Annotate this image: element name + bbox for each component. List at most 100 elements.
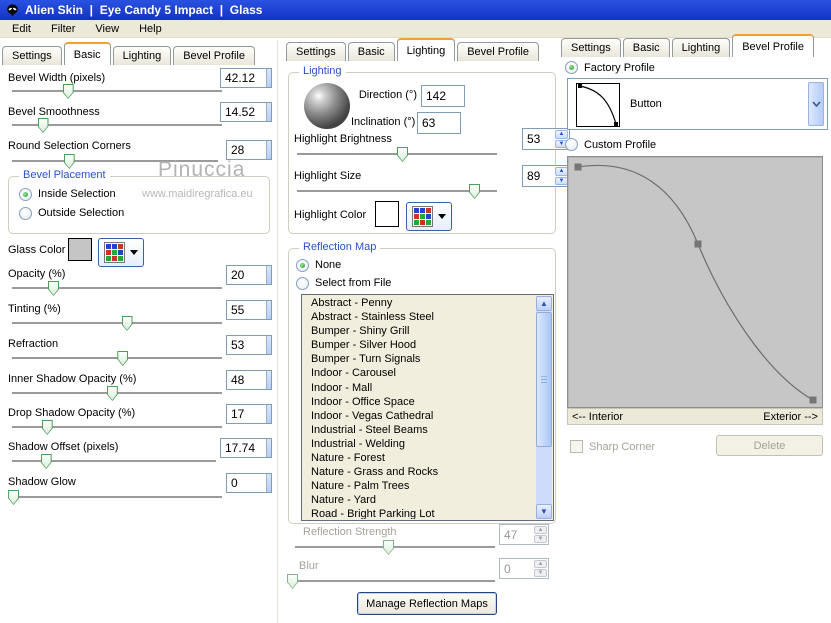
list-item[interactable]: Industrial - Steel Beams: [304, 423, 535, 437]
list-scrollbar[interactable]: ▲ ▼: [536, 296, 552, 519]
manage-reflection-maps-button[interactable]: Manage Reflection Maps: [357, 592, 497, 615]
inner-shadow-slider[interactable]: [12, 386, 222, 401]
tab-lighting[interactable]: Lighting: [396, 38, 456, 61]
slider-thumb[interactable]: [8, 490, 20, 505]
tab-bevel-profile[interactable]: Bevel Profile: [732, 34, 814, 57]
radio-label[interactable]: Factory Profile: [584, 62, 655, 74]
tab-bevel-profile[interactable]: Bevel Profile: [173, 46, 255, 65]
outside-selection-radio[interactable]: [19, 207, 32, 220]
radio-label[interactable]: Custom Profile: [584, 139, 656, 151]
value-spinner[interactable]: [266, 405, 271, 423]
bevel-width-input[interactable]: 42.12: [220, 68, 272, 88]
tab-settings[interactable]: Settings: [2, 46, 62, 65]
refraction-slider[interactable]: [12, 351, 222, 366]
menu-filter[interactable]: Filter: [41, 22, 85, 36]
drop-shadow-input[interactable]: 17: [226, 404, 272, 424]
shadow-offset-input[interactable]: 17.74: [220, 438, 272, 458]
direction-input[interactable]: 142: [421, 85, 465, 107]
slider-thumb[interactable]: [469, 184, 480, 199]
list-item[interactable]: Nature - Palm Trees: [304, 479, 535, 493]
tab-bevel-profile[interactable]: Bevel Profile: [457, 42, 539, 61]
menu-edit[interactable]: Edit: [2, 22, 41, 36]
radio-label[interactable]: Inside Selection: [38, 188, 116, 200]
value-spinner[interactable]: [266, 301, 271, 319]
radio-label[interactable]: Outside Selection: [38, 207, 124, 219]
value-spinner[interactable]: [266, 336, 271, 354]
opacity-input[interactable]: 20: [226, 265, 272, 285]
light-direction-ball[interactable]: [304, 83, 350, 129]
list-item[interactable]: Abstract - Penny: [304, 296, 535, 310]
radio-label[interactable]: None: [315, 259, 341, 271]
bevel-smoothness-input[interactable]: 14.52: [220, 102, 272, 122]
shadow-glow-input[interactable]: 0: [226, 473, 272, 493]
value-spinner[interactable]: [266, 141, 271, 159]
highlight-color-swatch[interactable]: [375, 201, 399, 227]
slider-thumb[interactable]: [40, 454, 52, 469]
shadow-glow-slider[interactable]: [8, 490, 222, 505]
tab-settings[interactable]: Settings: [286, 42, 346, 61]
list-item[interactable]: Indoor - Office Space: [304, 395, 535, 409]
scroll-up-icon[interactable]: ▲: [536, 296, 552, 311]
highlight-size-slider[interactable]: [297, 184, 497, 199]
glass-color-picker-button[interactable]: [98, 238, 144, 267]
dropdown-chevron[interactable]: [808, 82, 824, 126]
tab-basic[interactable]: Basic: [347, 42, 395, 61]
bevel-profile-curve-editor[interactable]: [567, 156, 823, 408]
tinting-input[interactable]: 55: [226, 300, 272, 320]
reflection-file-radio[interactable]: [296, 277, 309, 290]
list-item[interactable]: Bumper - Shiny Grill: [304, 324, 535, 338]
shadow-offset-slider[interactable]: [12, 454, 216, 469]
value-spinner[interactable]: [266, 439, 271, 457]
inclination-input[interactable]: 63: [417, 112, 461, 134]
highlight-brightness-slider[interactable]: [297, 147, 497, 162]
value-spinner[interactable]: [266, 266, 271, 284]
inside-selection-radio[interactable]: [19, 188, 32, 201]
list-item[interactable]: Industrial - Welding: [304, 437, 535, 451]
custom-profile-radio[interactable]: [565, 138, 578, 151]
list-item[interactable]: Indoor - Vegas Cathedral: [304, 409, 535, 423]
slider-thumb[interactable]: [117, 351, 129, 366]
slider-thumb[interactable]: [37, 118, 49, 133]
list-item[interactable]: Abstract - Stainless Steel: [304, 310, 535, 324]
inner-shadow-input[interactable]: 48: [226, 370, 272, 390]
curve-handle[interactable]: [574, 163, 582, 171]
list-item[interactable]: Road - Bright Parking Lot: [304, 507, 535, 519]
list-item[interactable]: Bumper - Silver Hood: [304, 338, 535, 352]
tab-lighting[interactable]: Lighting: [671, 38, 731, 57]
value-spinner[interactable]: [266, 69, 271, 87]
scrollbar-thumb[interactable]: [536, 312, 552, 447]
highlight-color-picker-button[interactable]: [406, 202, 452, 231]
tab-settings[interactable]: Settings: [561, 38, 621, 57]
tab-basic[interactable]: Basic: [622, 38, 670, 57]
list-item[interactable]: Bumper - Turn Signals: [304, 352, 535, 366]
tab-basic[interactable]: Basic: [63, 42, 111, 65]
reflection-none-radio[interactable]: [296, 259, 309, 272]
list-item[interactable]: Nature - Grass and Rocks: [304, 465, 535, 479]
slider-thumb[interactable]: [48, 281, 59, 296]
list-item[interactable]: Indoor - Mall: [304, 381, 535, 395]
drop-shadow-slider[interactable]: [12, 420, 222, 435]
round-corners-input[interactable]: 28: [226, 140, 272, 160]
radio-label[interactable]: Select from File: [315, 277, 391, 289]
slider-thumb[interactable]: [397, 147, 408, 162]
factory-profile-radio[interactable]: [565, 61, 578, 74]
slider-thumb[interactable]: [106, 386, 118, 401]
glass-color-swatch[interactable]: [68, 238, 92, 261]
bevel-width-slider[interactable]: [12, 84, 222, 99]
value-spinner[interactable]: [266, 474, 271, 492]
tinting-slider[interactable]: [12, 316, 222, 331]
value-spinner[interactable]: [266, 103, 271, 121]
factory-profile-dropdown[interactable]: Button: [567, 78, 828, 130]
opacity-slider[interactable]: [12, 281, 222, 296]
tab-lighting[interactable]: Lighting: [112, 46, 172, 65]
bevel-smoothness-slider[interactable]: [12, 118, 222, 133]
value-spinner[interactable]: [266, 371, 271, 389]
list-item[interactable]: Indoor - Carousel: [304, 366, 535, 380]
scroll-down-icon[interactable]: ▼: [536, 504, 552, 519]
curve-handle[interactable]: [694, 240, 702, 248]
slider-thumb[interactable]: [63, 154, 75, 169]
refraction-input[interactable]: 53: [226, 335, 272, 355]
menu-help[interactable]: Help: [129, 22, 172, 36]
curve-handle[interactable]: [809, 396, 817, 404]
slider-thumb[interactable]: [41, 420, 53, 435]
